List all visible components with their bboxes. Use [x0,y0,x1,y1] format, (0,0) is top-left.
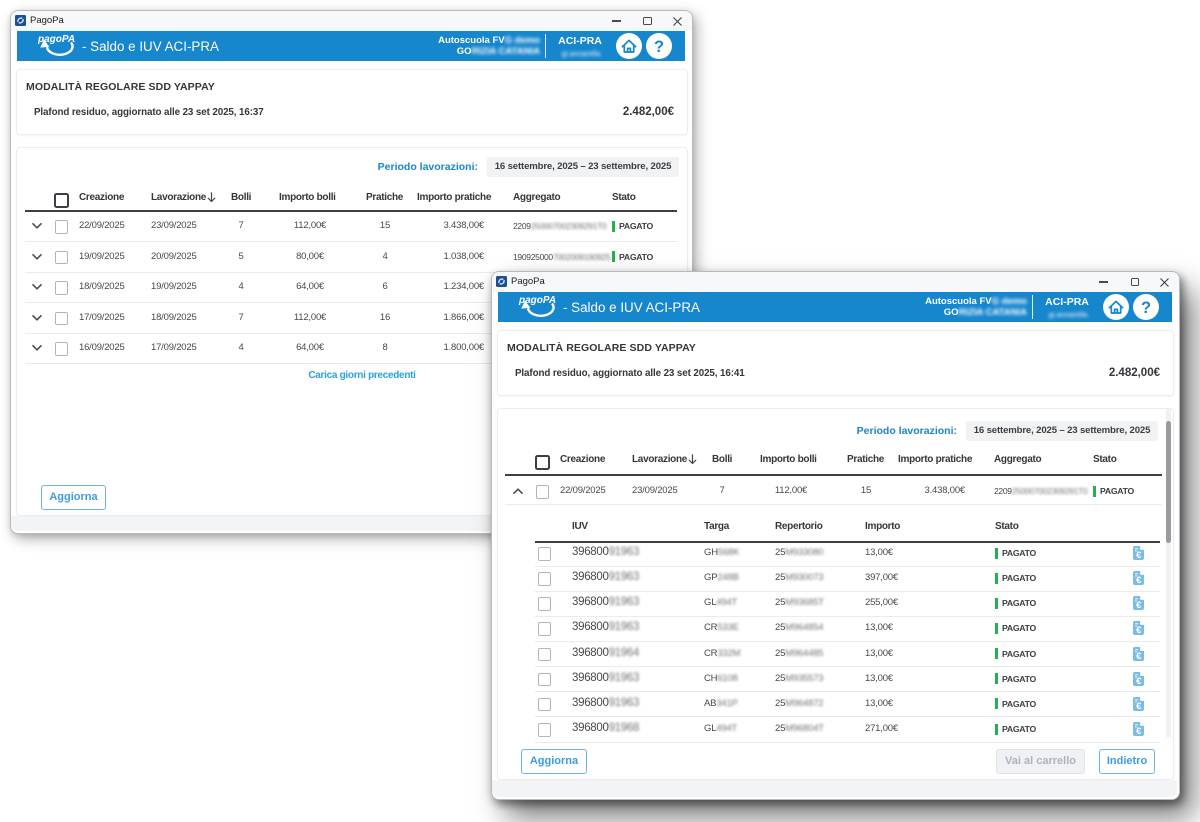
svg-text:€: € [1136,726,1142,736]
svg-text:€: € [1136,575,1142,585]
svg-text:?: ? [654,38,664,56]
svg-text:€: € [1136,675,1142,685]
svg-text:€: € [1136,650,1142,660]
svg-text:€: € [1136,700,1142,710]
svg-text:€: € [1136,600,1142,610]
svg-text:?: ? [1141,299,1151,317]
svg-text:€: € [1136,625,1142,635]
svg-text:€: € [1136,550,1142,560]
